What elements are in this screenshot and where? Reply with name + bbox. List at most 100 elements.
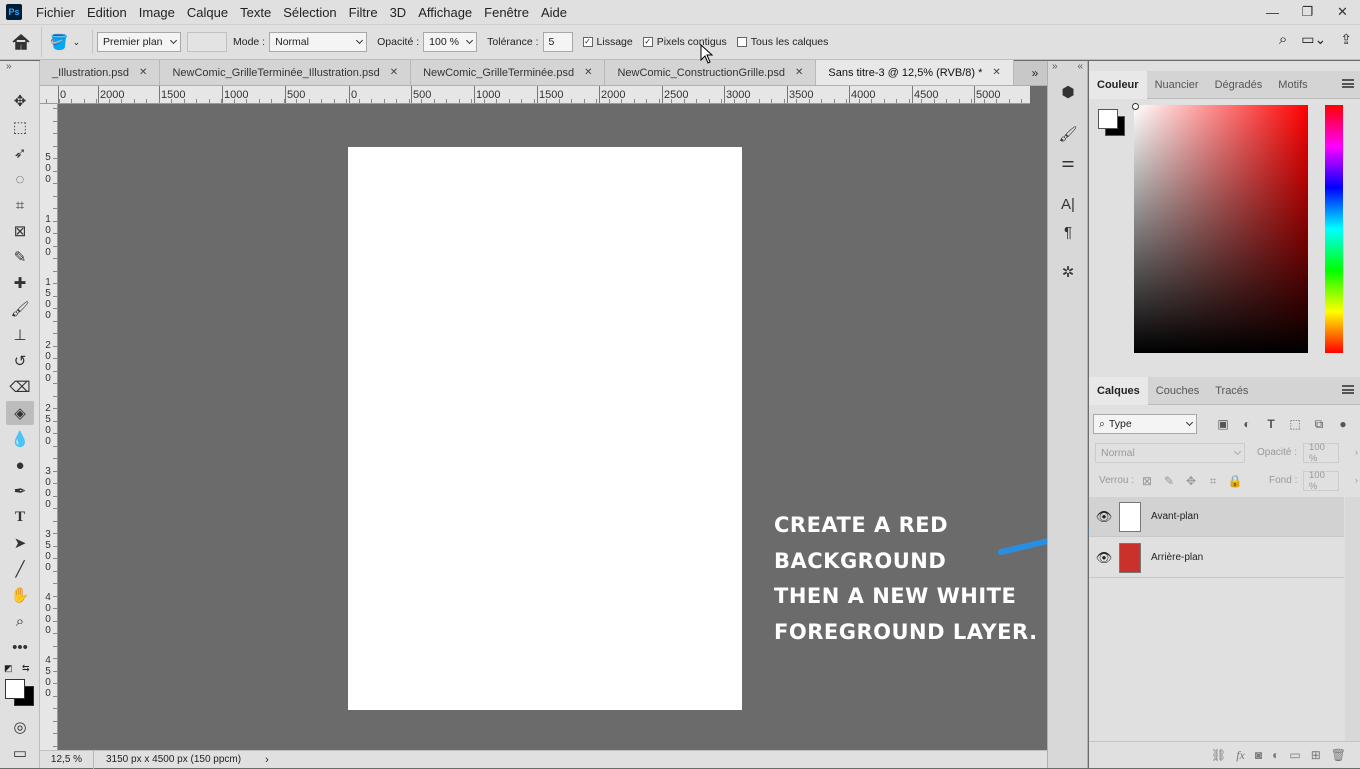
visibility-eye-icon[interactable]: 👁 (1089, 550, 1119, 566)
tab-couleur[interactable]: Couleur (1089, 70, 1147, 99)
tool-preset-picker[interactable]: 🪣 ⌄ (42, 27, 88, 57)
menu-3d[interactable]: 3D (384, 5, 413, 20)
collapse-icon[interactable]: « (1077, 61, 1083, 72)
tolerance-input[interactable]: 5 (542, 32, 573, 52)
frame-tool-icon[interactable]: ⊠ (6, 219, 34, 243)
eyedropper-tool-icon[interactable]: ✎ (6, 245, 34, 269)
close-icon[interactable]: ✕ (139, 67, 147, 78)
search-icon[interactable]: ⌕ (1279, 31, 1287, 48)
opacity-field[interactable]: 100 % (423, 32, 478, 52)
menu-edition[interactable]: Edition (81, 5, 133, 20)
menu-affichage[interactable]: Affichage (412, 5, 478, 20)
swap-colors-icon[interactable]: ⇆ (22, 663, 30, 674)
minimize-button[interactable]: — (1255, 0, 1290, 24)
delete-layer-icon[interactable]: 🗑 (1331, 748, 1346, 762)
hue-slider[interactable] (1325, 105, 1343, 353)
layer-row[interactable]: 👁 Arrière-plan (1089, 538, 1344, 578)
3d-panel-icon[interactable]: ⬢ (1056, 81, 1080, 103)
layer-style-icon[interactable]: fx (1236, 748, 1245, 763)
tab-grille-terminee-illustration[interactable]: NewComic_GrilleTerminée_Illustration.psd… (160, 60, 412, 85)
visibility-eye-icon[interactable]: 👁 (1089, 509, 1119, 525)
tab-illustration[interactable]: _Illustration.psd ✕ (40, 60, 161, 85)
panel-menu-icon[interactable] (1342, 385, 1354, 394)
fill-arrow-icon[interactable]: › (1355, 475, 1358, 485)
menu-texte[interactable]: Texte (234, 5, 277, 20)
foreground-color-swatch[interactable] (5, 679, 25, 699)
paint-bucket-tool-icon[interactable]: ◈ (6, 401, 34, 425)
lock-position-icon[interactable]: ✥ (1181, 471, 1201, 491)
new-group-icon[interactable]: ▭ (1289, 748, 1300, 762)
tab-grille-terminee[interactable]: NewComic_GrilleTerminée.psd ✕ (411, 60, 606, 85)
brush-tool-icon[interactable]: 🖌 (6, 297, 34, 321)
type-tool-icon[interactable]: T (6, 505, 34, 529)
fill-field[interactable]: 100 % (1303, 470, 1339, 492)
screen-mode-icon[interactable]: ▭ (6, 741, 34, 765)
layer-name[interactable]: Avant-plan (1151, 511, 1199, 522)
tab-couches[interactable]: Couches (1148, 377, 1207, 405)
layers-scrollbar[interactable] (1345, 497, 1360, 741)
tab-nuancier[interactable]: Nuancier (1147, 71, 1207, 99)
adjustments-icon[interactable]: ⚌ (1056, 151, 1080, 173)
3d-light-icon[interactable]: ✲ (1056, 261, 1080, 283)
tab-traces[interactable]: Tracés (1207, 377, 1256, 405)
move-tool-icon[interactable]: ✥ (6, 89, 34, 113)
layer-name[interactable]: Arrière-plan (1151, 552, 1203, 563)
pen-tool-icon[interactable]: ✒ (6, 479, 34, 503)
filter-pixel-icon[interactable]: ▣ (1213, 414, 1233, 434)
antialias-toggle[interactable]: ✓ Lissage (582, 36, 633, 48)
crop-tool-icon[interactable]: ⌗ (6, 193, 34, 217)
antialias-checkbox[interactable]: ✓ (582, 37, 593, 47)
all-layers-checkbox[interactable] (736, 37, 747, 47)
link-layers-icon[interactable]: ⛓ (1211, 748, 1226, 762)
collapse-icon[interactable]: » (1052, 61, 1058, 72)
filter-type-icon[interactable]: T (1261, 414, 1281, 434)
brush-settings-icon[interactable]: 🖌 (1056, 123, 1080, 145)
menu-filtre[interactable]: Filtre (343, 5, 384, 20)
tab-sans-titre-3[interactable]: Sans titre-3 @ 12,5% (RVB/8) * ✕ (816, 60, 1014, 85)
share-icon[interactable]: ⇪ (1340, 31, 1352, 48)
adjustment-layer-icon[interactable]: ◐ (1272, 748, 1279, 762)
contiguous-toggle[interactable]: ✓ Pixels contigus (642, 36, 727, 48)
opacity-arrow-icon[interactable]: › (1355, 447, 1358, 457)
filter-adjustment-icon[interactable]: ◐ (1237, 414, 1257, 434)
collapse-icon[interactable]: » (6, 61, 12, 72)
menu-selection[interactable]: Sélection (277, 5, 342, 20)
menu-aide[interactable]: Aide (535, 5, 573, 20)
tab-calques[interactable]: Calques (1089, 376, 1148, 405)
layer-row[interactable]: 👁 Avant-plan (1089, 497, 1344, 537)
zoom-tool-icon[interactable]: ⌕ (6, 609, 34, 633)
restore-button[interactable]: ❐ (1290, 0, 1325, 24)
home-button[interactable] (0, 27, 42, 57)
color-picker-handle[interactable] (1132, 103, 1139, 110)
close-icon[interactable]: ✕ (390, 67, 398, 78)
new-layer-icon[interactable]: ⊞ (1311, 748, 1321, 762)
eraser-tool-icon[interactable]: ⌫ (6, 375, 34, 399)
menu-calque[interactable]: Calque (181, 5, 234, 20)
healing-brush-tool-icon[interactable]: ✚ (6, 271, 34, 295)
more-tools-icon[interactable]: ••• (6, 635, 34, 659)
fill-source-dropdown[interactable]: Premier plan (97, 32, 181, 52)
document-canvas[interactable] (348, 147, 742, 710)
tabs-overflow-icon[interactable]: » (1023, 60, 1047, 85)
close-icon[interactable]: ✕ (795, 67, 803, 78)
clone-stamp-tool-icon[interactable]: ⊥ (6, 323, 34, 347)
add-mask-icon[interactable]: ◙ (1255, 748, 1262, 762)
tab-motifs[interactable]: Motifs (1270, 71, 1315, 99)
pattern-dropdown[interactable] (187, 32, 227, 52)
mode-dropdown[interactable]: Normal (269, 32, 368, 52)
close-icon[interactable]: ✕ (992, 67, 1000, 78)
menu-fenetre[interactable]: Fenêtre (478, 5, 535, 20)
all-layers-toggle[interactable]: Tous les calques (736, 36, 828, 48)
filter-toggle-icon[interactable]: ● (1333, 414, 1353, 434)
paragraph-panel-icon[interactable]: ¶ (1056, 221, 1080, 243)
layer-filter-dropdown[interactable]: ⌕ Type (1093, 414, 1197, 434)
filter-smart-object-icon[interactable]: ⧉ (1309, 414, 1329, 434)
character-panel-icon[interactable]: A| (1056, 193, 1080, 215)
status-menu-icon[interactable]: › (265, 754, 269, 766)
layer-opacity-field[interactable]: 100 % (1303, 442, 1339, 464)
tab-degrades[interactable]: Dégradés (1207, 71, 1271, 99)
filter-shape-icon[interactable]: ⬚ (1285, 414, 1305, 434)
panel-menu-icon[interactable] (1342, 79, 1354, 88)
hand-tool-icon[interactable]: ✋ (6, 583, 34, 607)
quick-mask-icon[interactable]: ◎ (6, 715, 34, 739)
